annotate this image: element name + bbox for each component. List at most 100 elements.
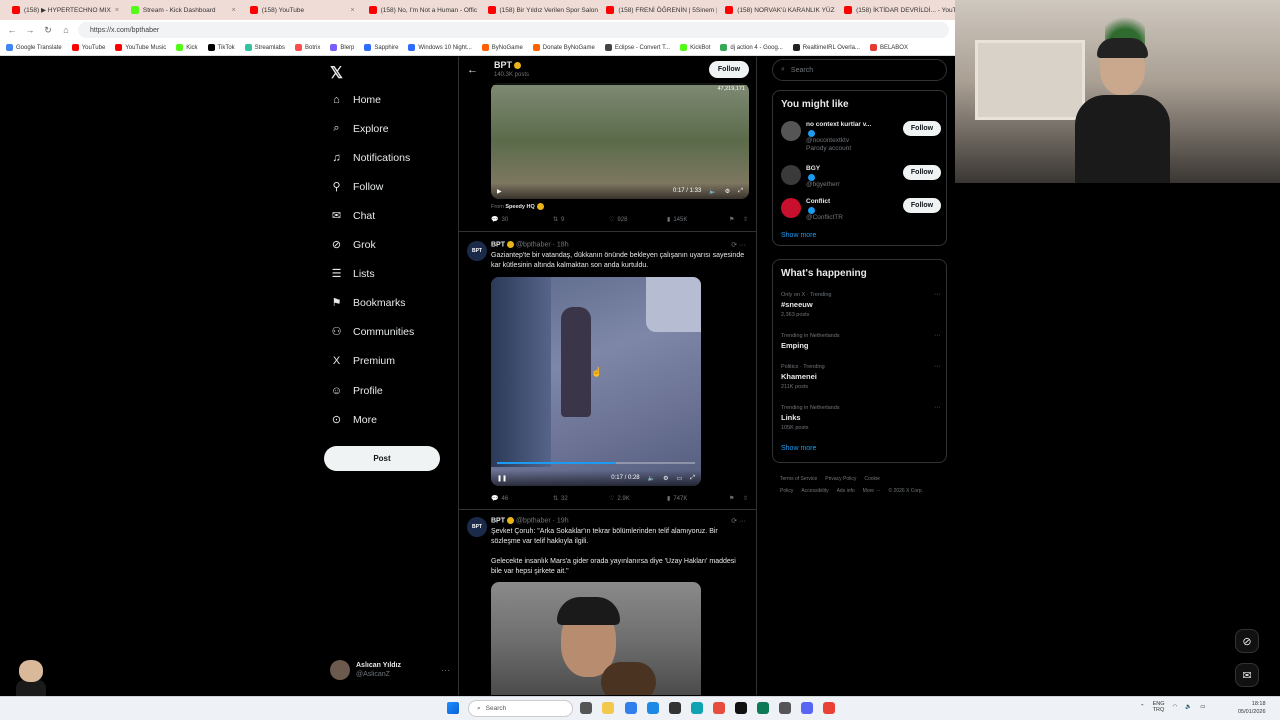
play-icon[interactable]: ▶ xyxy=(497,188,502,195)
bookmark-item[interactable]: Donate ByNoGame xyxy=(532,44,595,51)
nav-item-explore[interactable]: ⌕ Explore xyxy=(330,122,388,135)
nav-item-bookmarks[interactable]: ⚑ Bookmarks xyxy=(330,296,406,310)
bookmark-icon[interactable]: ⚑ xyxy=(729,495,743,502)
browser-tab[interactable]: (158) No, I'm Not a Human - Offic× xyxy=(363,1,480,19)
suggestion-item[interactable]: Conflict @ConflictTR Follow xyxy=(781,198,941,222)
follow-button[interactable]: Follow xyxy=(903,198,941,213)
more-dots-icon[interactable]: ··· xyxy=(934,331,941,341)
browser-tab[interactable]: (158) FRENİ ÖĞRENİN | 5Sinem |× xyxy=(600,1,717,19)
nav-item-notifications[interactable]: ♫ Notifications xyxy=(330,151,410,164)
browser-tab[interactable]: (158) NORVAK'ü KARANLIK YÜZ× xyxy=(719,1,836,19)
fullscreen-icon[interactable]: ⤢ xyxy=(690,475,695,482)
pause-icon[interactable]: ❚❚ xyxy=(497,475,507,482)
nav-item-communities[interactable]: ⚇ Communities xyxy=(330,325,415,339)
trend-item[interactable]: Only on X · Trending #sneeuw 2,363 posts ··… xyxy=(781,290,941,320)
bookmark-item[interactable]: Kick xyxy=(176,44,198,51)
system-tray[interactable]: ⌃ ENG TRQ ◠ 🔈 ▭ xyxy=(1140,701,1205,713)
bookmark-item[interactable]: TikTok xyxy=(207,44,235,51)
tweet-image[interactable] xyxy=(491,582,701,695)
like-button[interactable]: ♡ 2.9K xyxy=(609,495,667,503)
browser-tab[interactable]: (158) İKTİDAR DEVRİLDİ... - YouT× xyxy=(838,1,955,19)
edge-icon[interactable] xyxy=(691,702,703,714)
like-button[interactable]: ♡ 928 xyxy=(609,216,667,224)
bookmark-item[interactable]: Botrix xyxy=(295,44,320,51)
follow-button[interactable]: Follow xyxy=(709,61,749,78)
search-input[interactable]: ⌕ Search xyxy=(772,59,947,81)
app-icon[interactable] xyxy=(713,702,725,714)
app-icon[interactable] xyxy=(669,702,681,714)
browser-tab[interactable]: (158) ▶ HYPERTECHNO MIX × xyxy=(6,1,123,19)
volume-icon[interactable]: 🔈 xyxy=(709,188,716,195)
start-icon[interactable] xyxy=(447,702,459,714)
task-view-icon[interactable] xyxy=(580,702,592,714)
tweet-avatar[interactable]: BPT xyxy=(467,241,487,261)
app-icon[interactable] xyxy=(735,702,747,714)
bookmark-item[interactable]: KickBot xyxy=(680,44,710,51)
footer-link[interactable]: Terms of Service xyxy=(780,476,817,482)
footer-link[interactable]: Accessibility xyxy=(801,488,828,494)
browser-tab[interactable]: Stream - Kick Dashboard × xyxy=(125,1,242,19)
bookmark-item[interactable]: ByNoGame xyxy=(481,44,523,51)
reload-icon[interactable]: ↻ xyxy=(42,25,54,36)
bookmark-item[interactable]: Blerp xyxy=(330,44,354,51)
x-logo-icon[interactable]: 𝕏 xyxy=(330,63,343,83)
tweet-more-icon[interactable]: ⟳ ··· xyxy=(731,241,746,249)
bookmark-item[interactable]: Streamlabs xyxy=(244,44,285,51)
more-dots-icon[interactable]: ··· xyxy=(934,290,941,300)
follow-button[interactable]: Follow xyxy=(903,165,941,180)
share-icon[interactable]: ⇧ xyxy=(743,495,748,502)
views-button[interactable]: ▮ 747K xyxy=(667,495,729,503)
repost-button[interactable]: ⇅ 32 xyxy=(553,495,609,503)
home-icon[interactable]: ⌂ xyxy=(60,25,72,35)
clock[interactable]: 18:18 05/01/2026 xyxy=(1238,700,1266,716)
more-dots-icon[interactable]: ··· xyxy=(441,665,450,675)
chrome-icon[interactable] xyxy=(823,702,835,714)
bookmark-item[interactable]: BELABOX xyxy=(869,44,908,51)
bookmark-item[interactable]: Google Translate xyxy=(6,44,62,51)
trend-item[interactable]: Trending in Netherlands Emping ··· xyxy=(781,331,941,351)
obs-icon[interactable] xyxy=(779,702,791,714)
pip-icon[interactable]: ▭ xyxy=(677,475,683,482)
suggestion-item[interactable]: BGY @bgyetherr Follow xyxy=(781,165,941,189)
bookmark-icon[interactable]: ⚑ xyxy=(729,216,743,223)
nav-item-profile[interactable]: ☺ Profile xyxy=(330,384,383,397)
reply-button[interactable]: 💬 30 xyxy=(491,216,553,224)
footer-link[interactable]: Ads info xyxy=(837,488,855,494)
follow-button[interactable]: Follow xyxy=(903,121,941,136)
suggestion-item[interactable]: no context kurtlar v... @nocontextktv Par… xyxy=(781,121,941,154)
nav-item-premium[interactable]: X Premium xyxy=(330,354,395,367)
account-switcher[interactable]: Aslıcan Yıldız @AslicanZ ··· xyxy=(330,660,450,680)
repost-button[interactable]: ⇅ 9 xyxy=(553,216,609,224)
nav-item-home[interactable]: ⌂ Home xyxy=(330,93,381,106)
bookmark-item[interactable]: dj action 4 - Goog... xyxy=(720,44,783,51)
settings-icon[interactable]: ⚙ xyxy=(663,475,668,482)
nav-item-more[interactable]: ⊙ More xyxy=(330,413,377,427)
footer-link[interactable]: More ··· xyxy=(863,488,881,494)
grok-icon[interactable]: ⊘ xyxy=(1235,629,1259,653)
video-player[interactable]: 47,219,171 ▶ 0:17 / 1:33 🔈 ⚙ ⤢ xyxy=(491,83,749,199)
nav-item-lists[interactable]: ☰ Lists xyxy=(330,267,375,281)
app-icon[interactable] xyxy=(757,702,769,714)
taskbar-search[interactable]: ⌕ Search xyxy=(468,700,573,717)
bookmark-item[interactable]: RealtimeIRL Overla... xyxy=(792,44,860,51)
close-icon[interactable]: × xyxy=(232,7,236,14)
video-progress[interactable] xyxy=(497,462,695,464)
browser-tab[interactable]: (158) YouTube × xyxy=(244,1,361,19)
tweet-avatar[interactable]: BPT xyxy=(467,517,487,537)
footer-link[interactable]: © 2026 X Corp. xyxy=(888,488,923,494)
show-more-link[interactable]: Show more xyxy=(781,232,816,239)
post-button[interactable]: Post xyxy=(324,446,440,471)
bookmark-item[interactable]: Sapphire xyxy=(364,44,398,51)
bookmark-item[interactable]: YouTube xyxy=(71,44,105,51)
close-icon[interactable]: × xyxy=(115,7,119,14)
fullscreen-icon[interactable]: ⤢ xyxy=(738,188,743,195)
tweet-more-icon[interactable]: ⟳ ··· xyxy=(731,517,746,525)
nav-item-follow[interactable]: ⚲ Follow xyxy=(330,180,383,194)
back-arrow-icon[interactable]: ← xyxy=(467,64,478,76)
volume-icon[interactable]: 🔈 xyxy=(648,475,655,482)
mail-icon[interactable]: ✉ xyxy=(1235,663,1259,687)
forward-icon[interactable]: → xyxy=(24,25,36,35)
more-dots-icon[interactable]: ··· xyxy=(934,403,941,413)
views-button[interactable]: ▮ 145K xyxy=(667,216,729,224)
nav-item-grok[interactable]: ⊘ Grok xyxy=(330,238,376,252)
